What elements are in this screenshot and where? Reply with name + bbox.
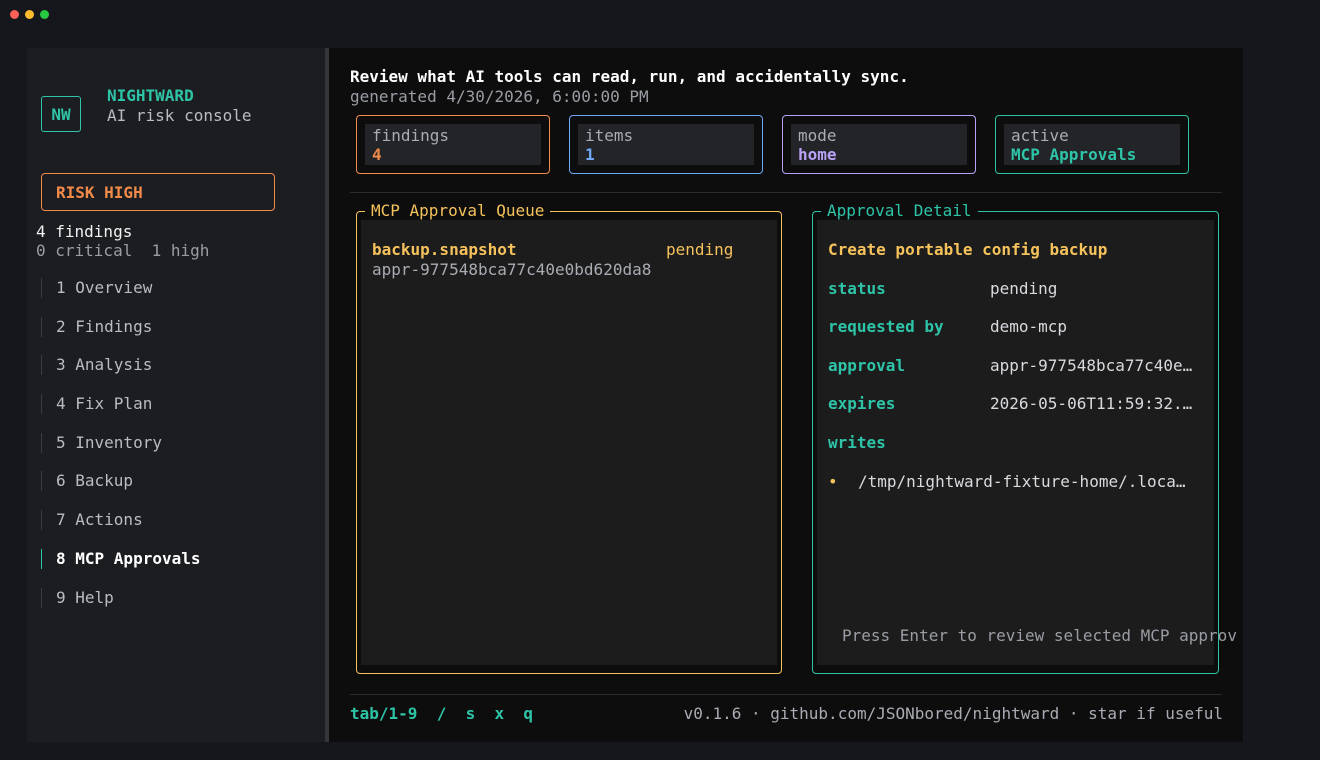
sidebar-item-label: 5 Inventory (56, 432, 162, 452)
detail-value-requested-by: demo-mcp (990, 317, 1068, 336)
approval-queue-panel: backup.snapshot pending appr-977548bca77… (356, 201, 782, 674)
sidebar-item-fix-plan[interactable]: 4 Fix Plan (41, 394, 271, 415)
sidebar-item-findings[interactable]: 2 Findings (41, 316, 271, 337)
stat-label: findings (372, 126, 450, 145)
divider-bottom (350, 694, 1222, 695)
findings-breakdown: 0 critical 1 high (36, 241, 210, 260)
sidebar-item-help[interactable]: 9 Help (41, 587, 271, 608)
bullet-icon: • (828, 472, 838, 491)
stat-mode: mode home (782, 115, 976, 174)
sidebar-item-label: 8 MCP Approvals (56, 548, 201, 568)
app-logo: NW (41, 96, 81, 132)
approval-queue-body: backup.snapshot pending appr-977548bca77… (361, 220, 777, 665)
close-window-dot[interactable] (10, 10, 19, 19)
detail-value-approval: appr-977548bca77c40e… (990, 356, 1193, 375)
enter-hint: Press Enter to review selected MCP appro… (842, 626, 1237, 645)
risk-label: RISK HIGH (56, 182, 143, 202)
queue-item-name: backup.snapshot (372, 240, 517, 259)
sidebar-item-label: 9 Help (56, 587, 114, 607)
detail-value-expires: 2026-05-06T11:59:32.… (990, 394, 1193, 413)
maximize-window-dot[interactable] (40, 10, 49, 19)
sidebar-item-analysis[interactable]: 3 Analysis (41, 355, 271, 376)
approval-detail-panel: Create portable config backup status pen… (812, 201, 1219, 674)
sidebar-nav: 1 Overview 2 Findings 3 Analysis 4 Fix P… (41, 278, 271, 626)
queue-item-status: pending (666, 240, 734, 259)
main-panel: Review what AI tools can read, run, and … (329, 48, 1243, 742)
detail-value-status: pending (990, 279, 1058, 298)
detail-heading: Create portable config backup (828, 240, 1108, 259)
approval-detail-body: Create portable config backup status pen… (817, 220, 1214, 665)
app-subtitle: AI risk console (107, 106, 252, 125)
sidebar-item-label: 1 Overview (56, 278, 153, 297)
terminal-frame: NW NIGHTWARD AI risk console RISK HIGH 4… (27, 48, 1243, 742)
sidebar: NW NIGHTWARD AI risk console RISK HIGH 4… (27, 48, 325, 742)
sidebar-item-label: 7 Actions (56, 510, 143, 530)
stat-value: MCP Approvals (1011, 145, 1137, 164)
queue-item-id: appr-977548bca77c40e0bd620da8 (372, 260, 652, 279)
risk-badge: RISK HIGH (41, 173, 275, 211)
stat-active: active MCP Approvals (995, 115, 1189, 174)
stat-label: mode (798, 126, 837, 145)
stat-label: active (1011, 126, 1069, 145)
sidebar-item-label: 2 Findings (56, 316, 153, 336)
detail-key-writes: writes (828, 433, 886, 452)
stat-value: 1 (585, 145, 595, 164)
generated-timestamp: generated 4/30/2026, 6:00:00 PM (350, 87, 649, 106)
stat-value: home (798, 145, 837, 164)
approval-detail-title: Approval Detail (821, 201, 978, 220)
footer-info: v0.1.6 · github.com/JSONbored/nightward … (683, 704, 1223, 723)
detail-key-approval: approval (828, 356, 906, 375)
stat-label: items (585, 126, 634, 145)
sidebar-item-inventory[interactable]: 5 Inventory (41, 432, 271, 453)
minimize-window-dot[interactable] (25, 10, 34, 19)
detail-write-path: /tmp/nightward-fixture-home/.loca… (858, 472, 1186, 491)
approval-queue-title: MCP Approval Queue (365, 201, 551, 220)
keybindings: tab/1-9 / s x q (350, 704, 534, 723)
app-name: NIGHTWARD (107, 86, 194, 105)
detail-key-requested-by: requested by (828, 317, 944, 336)
stat-items: items 1 (569, 115, 763, 174)
sidebar-item-actions[interactable]: 7 Actions (41, 510, 271, 531)
sidebar-item-backup[interactable]: 6 Backup (41, 471, 271, 492)
findings-count: 4 findings (36, 222, 133, 241)
sidebar-item-overview[interactable]: 1 Overview (41, 278, 271, 298)
stat-value: 4 (372, 145, 382, 164)
sidebar-item-label: 6 Backup (56, 471, 134, 491)
sidebar-item-label: 3 Analysis (56, 355, 153, 375)
page-headline: Review what AI tools can read, run, and … (350, 67, 909, 86)
detail-key-expires: expires (828, 394, 896, 413)
divider-top (350, 192, 1222, 193)
window-controls (10, 10, 49, 19)
sidebar-item-mcp-approvals[interactable]: 8 MCP Approvals (41, 548, 271, 569)
sidebar-item-label: 4 Fix Plan (56, 394, 153, 414)
detail-key-status: status (828, 279, 886, 298)
stat-findings: findings 4 (356, 115, 550, 174)
